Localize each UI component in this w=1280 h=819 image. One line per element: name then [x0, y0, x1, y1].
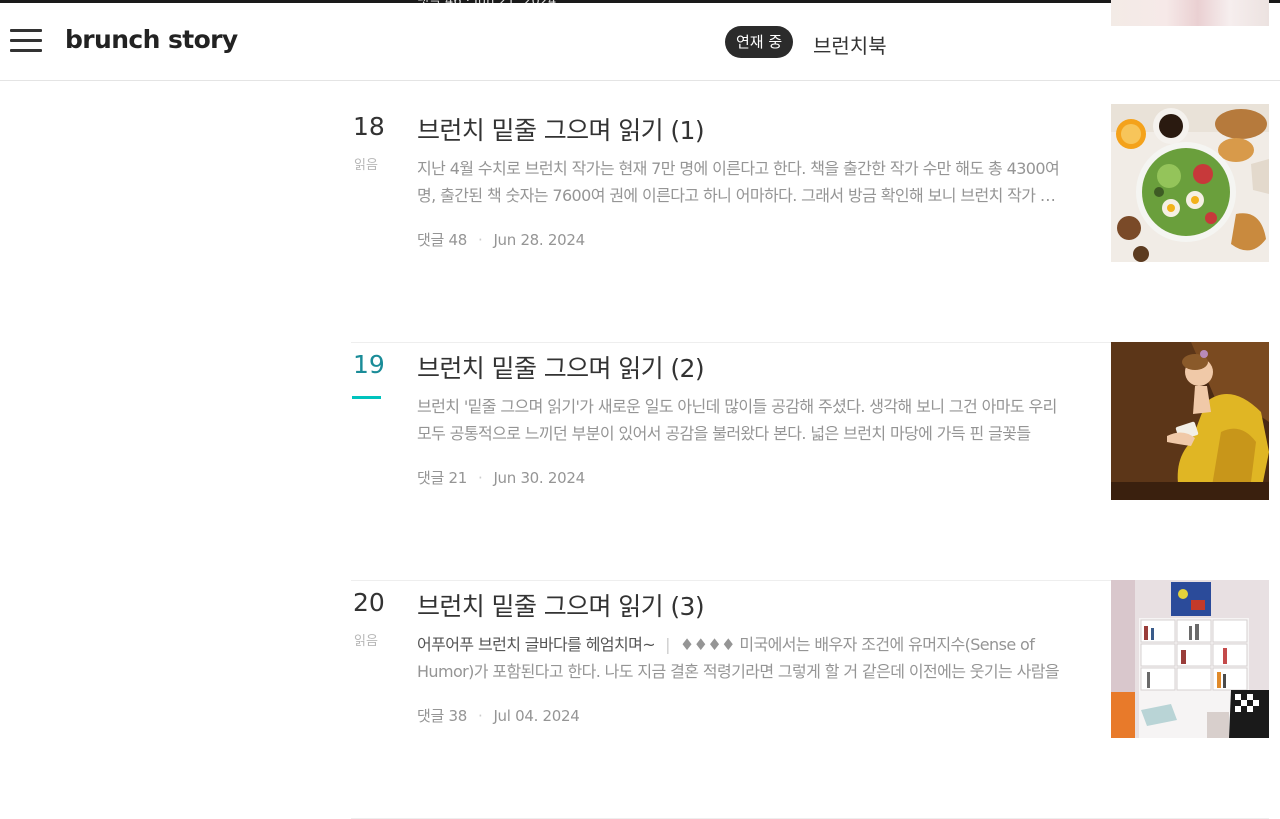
menu-icon[interactable] [10, 26, 42, 56]
article-item[interactable]: 20 읽음 브런치 밑줄 그으며 읽기 (3) 어푸어푸 브런치 글바다를 헤엄… [351, 580, 1269, 819]
meta-separator: · [477, 469, 483, 487]
article-item[interactable]: 19 브런치 밑줄 그으며 읽기 (2) 브런치 '밑줄 그으며 읽기'가 새로… [351, 342, 1269, 581]
article-title[interactable]: 브런치 밑줄 그으며 읽기 (1) [417, 111, 705, 147]
article-title[interactable]: 브런치 밑줄 그으며 읽기 (2) [417, 349, 705, 385]
article-excerpt: 지난 4월 수치로 브런치 작가는 현재 7만 명에 이른다고 한다. 책을 출… [417, 155, 1067, 209]
subtitle-divider: | [665, 635, 670, 654]
comment-count: 댓글 38 [417, 707, 467, 725]
meta-separator: · [477, 231, 483, 249]
excerpt-text: 브런치 '밑줄 그으며 읽기'가 새로운 일도 아닌데 많이들 공감해 주셨다.… [417, 397, 1057, 443]
read-status: 읽음 [354, 158, 378, 173]
article-subtitle: 어푸어푸 브런치 글바다를 헤엄치며~ [417, 635, 656, 654]
publish-date: Jun 28. 2024 [493, 231, 585, 249]
article-title[interactable]: 브런치 밑줄 그으며 읽기 (3) [417, 587, 705, 623]
article-number: 20 [353, 588, 385, 617]
article-meta: 댓글 48 · Jun 28. 2024 [417, 229, 585, 250]
top-header: brunch story 연재 중 브런치북 [0, 0, 1280, 81]
article-meta: 댓글 38 · Jul 04. 2024 [417, 705, 580, 726]
book-title[interactable]: 브런치북 [813, 30, 887, 59]
article-excerpt: 브런치 '밑줄 그으며 읽기'가 새로운 일도 아닌데 많이들 공감해 주셨다.… [417, 393, 1067, 447]
article-meta: 댓글 21 · Jun 30. 2024 [417, 467, 585, 488]
meta-separator: · [477, 707, 483, 725]
brunch-logo[interactable]: brunch story [65, 25, 238, 54]
read-status: 읽음 [354, 634, 378, 649]
excerpt-text: 지난 4월 수치로 브런치 작가는 현재 7만 명에 이른다고 한다. 책을 출… [417, 159, 1060, 205]
serial-badge: 연재 중 [725, 26, 794, 58]
publish-date: Jun 30. 2024 [493, 469, 585, 487]
comment-count: 댓글 21 [417, 469, 467, 487]
publish-date: Jul 04. 2024 [493, 707, 580, 725]
article-number: 18 [353, 112, 385, 141]
current-article-indicator [352, 396, 381, 399]
comment-count: 댓글 48 [417, 231, 467, 249]
article-item[interactable]: 18 읽음 브런치 밑줄 그으며 읽기 (1) 지난 4월 수치로 브런치 작가… [351, 104, 1269, 343]
article-excerpt: 어푸어푸 브런치 글바다를 헤엄치며~ | ♦♦♦♦ 미국에서는 배우자 조건에 유… [417, 631, 1067, 685]
article-number: 19 [353, 350, 385, 379]
bookshelf-room-photo-icon[interactable] [1111, 580, 1269, 738]
brunch-food-photo-icon[interactable] [1111, 104, 1269, 262]
previous-article-thumbnail[interactable] [1111, 0, 1269, 26]
reading-girl-painting-icon[interactable] [1111, 342, 1269, 500]
